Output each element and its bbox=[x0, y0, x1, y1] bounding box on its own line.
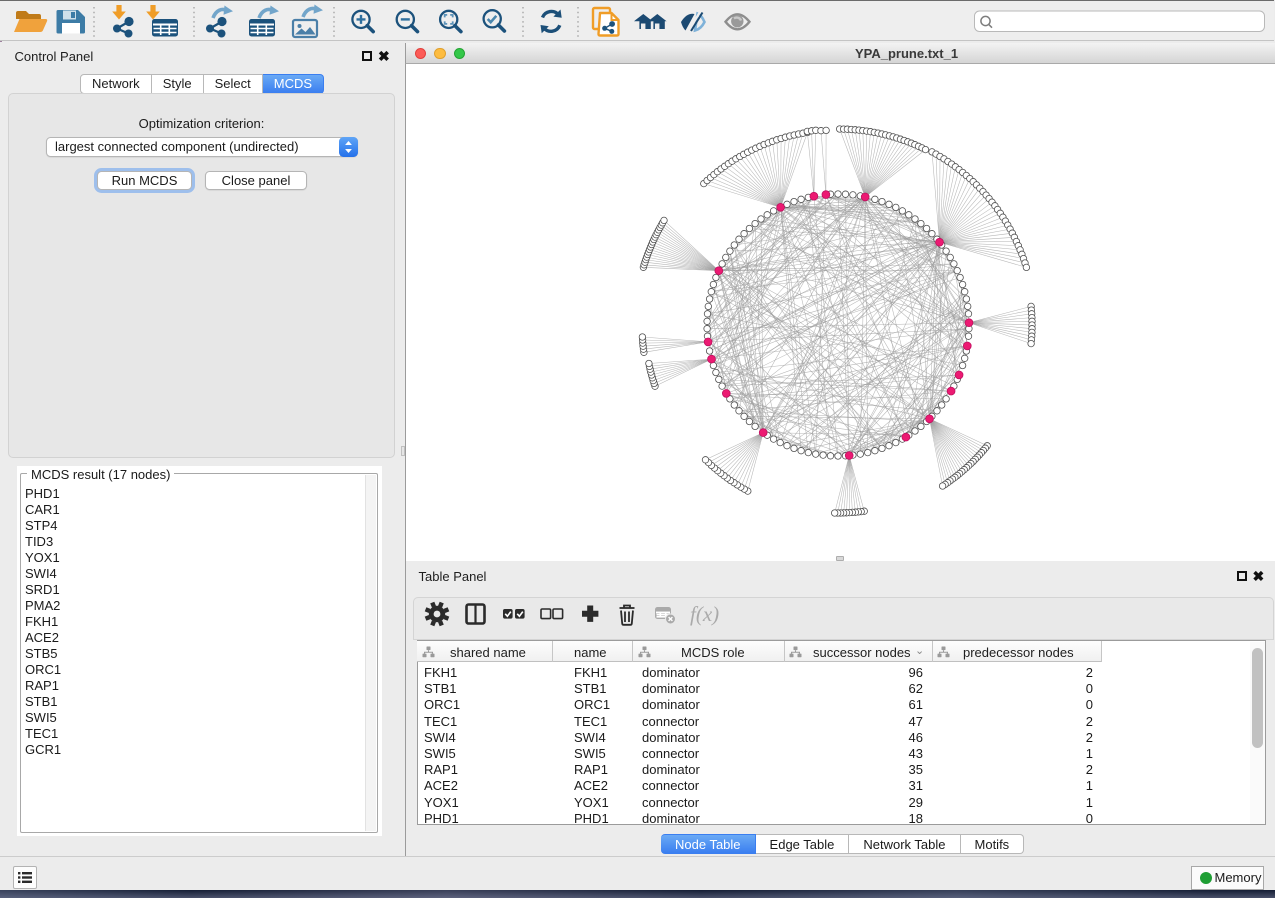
svg-text:f(x): f(x) bbox=[690, 602, 719, 626]
